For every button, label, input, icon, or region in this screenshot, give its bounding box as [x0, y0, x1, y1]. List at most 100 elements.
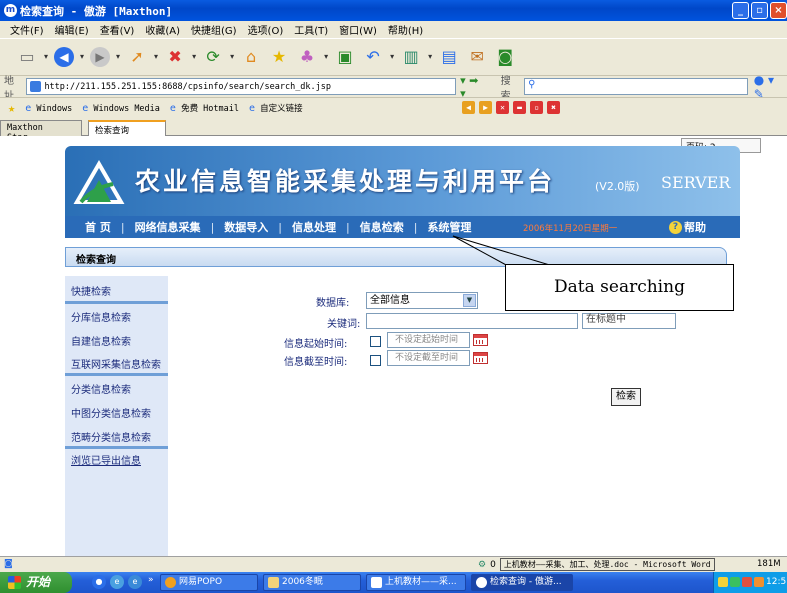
sidebar-divider [65, 301, 168, 304]
window-icon[interactable]: ▣ [334, 46, 356, 68]
nav-web-collection[interactable]: 网络信息采集 [129, 219, 207, 235]
system-tray: 12:57 [713, 572, 787, 593]
quicklaunch-icon[interactable]: e [128, 575, 142, 589]
nav-info-search[interactable]: 信息检索 [354, 219, 410, 235]
start-button[interactable]: 开始 [0, 572, 72, 593]
link-hotmail[interactable]: e 免费 Hotmail [170, 102, 239, 114]
menu-options[interactable]: 选项(O) [248, 22, 284, 37]
sidebar-item-quick-search[interactable]: 快捷检索 [71, 283, 111, 298]
rss-icon[interactable]: ◙ [494, 46, 516, 68]
nav-system-admin[interactable]: 系统管理 [421, 219, 477, 235]
taskbar-item-popo[interactable]: 网易POPO [160, 574, 258, 591]
close-button[interactable]: × [770, 2, 787, 19]
help-link[interactable]: ? 帮助 [669, 219, 706, 235]
tab-close-icon[interactable]: ✖ [547, 101, 560, 114]
quicklaunch-more-icon[interactable]: » [148, 575, 154, 585]
sidebar-item-category-search[interactable]: 分类信息检索 [71, 381, 131, 396]
open-icon[interactable]: ➚ [126, 46, 148, 68]
scope-select[interactable]: 在标题中 [582, 313, 676, 329]
menu-view[interactable]: 查看(V) [100, 22, 135, 37]
window-controls: _ ▫ × [732, 2, 787, 19]
menu-window[interactable]: 窗口(W) [339, 22, 377, 37]
back-dropdown-icon[interactable]: ▾ [80, 52, 84, 61]
link-windows-media[interactable]: e Windows Media [82, 103, 160, 114]
status-document[interactable]: 上机教材——采集、加工、处理.doc - Microsoft Word [499, 558, 715, 571]
tab-restore-icon[interactable]: ▫ [530, 101, 543, 114]
sidebar-icon[interactable]: ▤ [438, 46, 460, 68]
calendar-icon[interactable] [473, 352, 488, 364]
mail-icon[interactable]: ✉ [466, 46, 488, 68]
taskbar-item-browser[interactable]: 检索查询 - 傲游... [471, 574, 573, 591]
status-count: 0 [490, 559, 496, 570]
sidebar-item-db-search[interactable]: 分库信息检索 [71, 309, 131, 324]
tray-icon[interactable] [754, 577, 764, 587]
end-time-input[interactable]: 不设定截至时间 [387, 350, 470, 366]
forward-icon[interactable]: ▶ [90, 46, 111, 67]
new-page-dropdown-icon[interactable]: ▾ [44, 52, 48, 61]
database-select[interactable]: 全部信息 ▼ [366, 292, 478, 309]
maximize-button[interactable]: ▫ [751, 2, 768, 19]
link-windows[interactable]: e Windows [25, 103, 72, 114]
chevron-down-icon: ▼ [463, 294, 476, 307]
tab-maxthon-start[interactable]: Maxthon Star... [0, 120, 82, 143]
refresh-dropdown-icon[interactable]: ▾ [230, 52, 234, 61]
minimize-button[interactable]: _ [732, 2, 749, 19]
start-time-input[interactable]: 不设定起始时间 [387, 332, 470, 348]
menu-tools[interactable]: 工具(T) [294, 22, 328, 37]
address-bar: 地址 http://211.155.251.155:8688/cpsinfo/s… [0, 73, 787, 102]
nav-data-import[interactable]: 数据导入 [218, 219, 274, 235]
favorites-star-icon[interactable]: ★ [268, 46, 290, 68]
tab-list-icon[interactable]: ▬ [513, 101, 526, 114]
menu-groups[interactable]: 快捷组(G) [191, 22, 237, 37]
nav-separator: | [210, 220, 215, 234]
nav-home[interactable]: 首 页 [79, 219, 117, 235]
menu-help[interactable]: 帮助(H) [388, 22, 423, 37]
next-tab-icon[interactable]: ▶ [479, 101, 492, 114]
taskbar-item-word[interactable]: 上机教材——采... [366, 574, 466, 591]
end-time-checkbox[interactable] [370, 355, 381, 366]
open-dropdown-icon[interactable]: ▾ [154, 52, 158, 61]
tab-close-menu-icon[interactable]: ✕ [496, 101, 509, 114]
search-button[interactable]: 检索 [611, 388, 641, 406]
prev-tab-icon[interactable]: ◀ [462, 101, 475, 114]
columns-dropdown-icon[interactable]: ▾ [428, 52, 432, 61]
refresh-icon[interactable]: ⟳ [202, 46, 224, 68]
menu-file[interactable]: 文件(F) [10, 22, 44, 37]
address-input[interactable]: http://211.155.251.155:8688/cpsinfo/sear… [26, 78, 457, 95]
nav-separator: | [120, 220, 125, 234]
undo-icon[interactable]: ↶ [362, 46, 384, 68]
sidebar-item-self-built-search[interactable]: 自建信息检索 [71, 333, 131, 348]
favorites-icon[interactable]: ★ [8, 101, 15, 115]
undo-dropdown-icon[interactable]: ▾ [390, 52, 394, 61]
quicklaunch-icon[interactable]: ● [92, 575, 106, 589]
menu-edit[interactable]: 编辑(E) [55, 22, 89, 37]
search-input[interactable]: ⚲ [524, 78, 748, 95]
columns-icon[interactable]: ▥ [400, 46, 422, 68]
sidebar-item-clc-search[interactable]: 中图分类信息检索 [71, 405, 151, 420]
sidebar-divider [65, 373, 168, 376]
home-icon[interactable]: ⌂ [240, 46, 262, 68]
tray-icon[interactable] [718, 577, 728, 587]
tray-icon[interactable] [730, 577, 740, 587]
nav-info-processing[interactable]: 信息处理 [286, 219, 342, 235]
sidebar-item-internet-search[interactable]: 互联网采集信息检索 [71, 356, 161, 371]
groups-icon[interactable]: ♣ [296, 46, 318, 68]
quicklaunch-icon[interactable]: e [110, 575, 124, 589]
new-page-icon[interactable]: ▭ [16, 46, 38, 68]
taskbar-item-folder[interactable]: 2006冬眠 [263, 574, 361, 591]
tab-search-query[interactable]: 检索查询 [88, 120, 166, 137]
back-icon[interactable]: ◀ [54, 46, 75, 67]
stop-icon[interactable]: ✖ [164, 46, 186, 68]
sidebar-item-domain-search[interactable]: 范畴分类信息检索 [71, 429, 151, 444]
keyword-input[interactable] [366, 313, 578, 329]
sidebar-item-browse-exported[interactable]: 浏览已导出信息 [71, 452, 141, 467]
forward-dropdown-icon[interactable]: ▾ [116, 52, 120, 61]
start-time-checkbox[interactable] [370, 336, 381, 347]
calendar-icon[interactable] [473, 334, 488, 346]
groups-dropdown-icon[interactable]: ▾ [324, 52, 328, 61]
link-custom[interactable]: e 自定义链接 [249, 102, 303, 114]
stop-dropdown-icon[interactable]: ▾ [192, 52, 196, 61]
go-icon[interactable]: ▾ ➡ ▾ [460, 74, 487, 100]
menu-favorites[interactable]: 收藏(A) [145, 22, 180, 37]
tray-icon[interactable] [742, 577, 752, 587]
